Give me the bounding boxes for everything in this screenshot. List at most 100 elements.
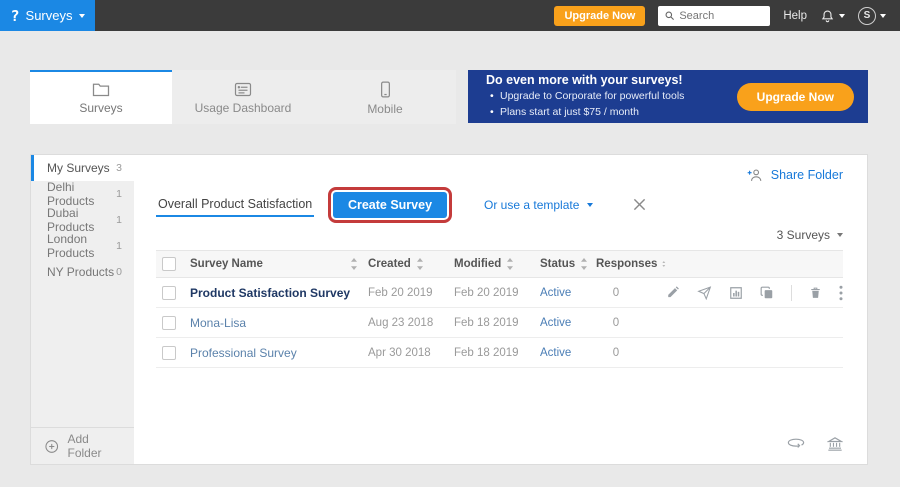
row-checkbox[interactable] (162, 286, 176, 300)
survey-count-dropdown[interactable]: 3 Surveys (156, 227, 843, 243)
created-date: Feb 20 2019 (368, 287, 454, 299)
chevron-down-icon (587, 203, 593, 207)
table-row: Mona-Lisa Aug 23 2018 Feb 18 2019 Active… (156, 308, 843, 338)
tab-label: Mobile (367, 102, 402, 116)
share-folder-button[interactable]: Share Folder (747, 166, 843, 184)
send-icon[interactable] (697, 286, 712, 300)
table-header: Survey Name Created Modified (156, 250, 843, 278)
folder-count: 1 (116, 188, 122, 200)
chevron-down-icon (880, 14, 886, 18)
survey-name-input[interactable] (156, 193, 314, 217)
tab-surveys[interactable]: Surveys (30, 70, 172, 124)
surveys-table: Survey Name Created Modified (156, 250, 843, 368)
tab-label: Surveys (79, 101, 122, 115)
banner-upgrade-button[interactable]: Upgrade Now (737, 83, 854, 111)
chevron-down-icon (837, 233, 843, 237)
sort-icon[interactable] (350, 258, 358, 270)
column-header-responses: Responses (596, 258, 657, 270)
sidebar-item-my-surveys[interactable]: My Surveys 3 (31, 155, 134, 181)
upgrade-now-button[interactable]: Upgrade Now (554, 6, 645, 26)
status-link[interactable]: Active (540, 287, 596, 299)
account-menu[interactable]: S (858, 7, 886, 25)
sidebar-item-delhi-products[interactable]: Delhi Products 1 (31, 181, 134, 207)
sort-icon[interactable] (506, 258, 514, 270)
modified-date: Feb 18 2019 (454, 347, 540, 359)
search-icon (664, 10, 675, 21)
sort-icon[interactable] (662, 258, 666, 270)
copy-icon[interactable] (760, 286, 774, 300)
search-box[interactable] (658, 6, 770, 26)
banner-bullet: Upgrade to Corporate for powerful tools (486, 89, 684, 104)
folder-label: London Products (47, 232, 116, 260)
survey-name-link[interactable]: Professional Survey (190, 346, 368, 360)
survey-name-link[interactable]: Mona-Lisa (190, 316, 368, 330)
responses-count: 0 (596, 287, 636, 299)
highlight-ring: Create Survey (328, 187, 452, 223)
avatar: S (858, 7, 876, 25)
add-folder-button[interactable]: Add Folder (31, 427, 134, 464)
tabs: Surveys Usage Dashboard Mobile (30, 70, 456, 124)
main-content: Share Folder Create Survey Or use a temp… (134, 155, 867, 464)
banner-bullets: Upgrade to Corporate for powerful tools … (486, 89, 684, 119)
restore-icon[interactable] (787, 436, 805, 451)
brand-label: Surveys (26, 8, 73, 23)
select-all-checkbox[interactable] (162, 257, 176, 271)
bank-icon[interactable] (827, 436, 843, 451)
folder-label: My Surveys (47, 161, 110, 175)
add-folder-label: Add Folder (68, 432, 122, 460)
column-header-created: Created (368, 258, 411, 270)
sidebar-item-london-products[interactable]: London Products 1 (31, 233, 134, 259)
share-person-icon (747, 168, 764, 182)
status-link[interactable]: Active (540, 347, 596, 359)
share-row: Share Folder (156, 166, 843, 184)
folder-count: 3 (116, 162, 122, 174)
responses-count: 0 (596, 347, 636, 359)
modified-date: Feb 20 2019 (454, 287, 540, 299)
column-header-status: Status (540, 258, 575, 270)
actions-divider (791, 285, 792, 301)
folders-sidebar: My Surveys 3 Delhi Products 1 Dubai Prod… (31, 155, 134, 464)
mobile-icon (379, 81, 392, 98)
table-row: Professional Survey Apr 30 2018 Feb 18 2… (156, 338, 843, 368)
tab-label: Usage Dashboard (195, 101, 292, 115)
use-template-link[interactable]: Or use a template (484, 198, 593, 212)
chevron-down-icon (839, 14, 845, 18)
row-checkbox[interactable] (162, 346, 176, 360)
notifications-button[interactable] (820, 8, 845, 24)
more-options-icon[interactable] (839, 285, 843, 301)
upgrade-banner: Do even more with your surveys! Upgrade … (468, 70, 868, 123)
tab-mobile[interactable]: Mobile (314, 70, 456, 124)
report-icon[interactable] (729, 286, 743, 300)
plus-circle-icon (44, 438, 60, 455)
use-template-label: Or use a template (484, 198, 579, 212)
sort-icon[interactable] (580, 258, 588, 270)
edit-icon[interactable] (666, 286, 680, 300)
survey-name-link[interactable]: Product Satisfaction Survey (190, 286, 368, 300)
brand-menu[interactable]: ? Surveys (0, 0, 95, 31)
help-link[interactable]: Help (783, 10, 807, 22)
status-link[interactable]: Active (540, 317, 596, 329)
created-date: Apr 30 2018 (368, 347, 454, 359)
sidebar-item-ny-products[interactable]: NY Products 0 (31, 259, 134, 285)
folder-count: 1 (116, 240, 122, 252)
delete-icon[interactable] (809, 286, 822, 300)
survey-count-label: 3 Surveys (777, 228, 830, 242)
row-actions (666, 285, 843, 301)
surveys-card: My Surveys 3 Delhi Products 1 Dubai Prod… (30, 154, 868, 465)
share-folder-label: Share Folder (771, 168, 843, 182)
bottom-icons (787, 436, 843, 451)
column-header-survey-name: Survey Name (190, 258, 263, 270)
search-input[interactable] (679, 10, 759, 22)
bell-icon (820, 8, 835, 24)
close-icon[interactable] (633, 198, 646, 211)
dashboard-icon (234, 82, 252, 97)
create-survey-row: Create Survey Or use a template (156, 189, 843, 220)
folder-count: 0 (116, 266, 122, 278)
sidebar-item-dubai-products[interactable]: Dubai Products 1 (31, 207, 134, 233)
create-survey-button[interactable]: Create Survey (333, 192, 447, 218)
tab-usage-dashboard[interactable]: Usage Dashboard (172, 70, 314, 124)
folder-label: Dubai Products (47, 206, 116, 234)
sort-icon[interactable] (416, 258, 424, 270)
chevron-down-icon (79, 14, 85, 18)
row-checkbox[interactable] (162, 316, 176, 330)
